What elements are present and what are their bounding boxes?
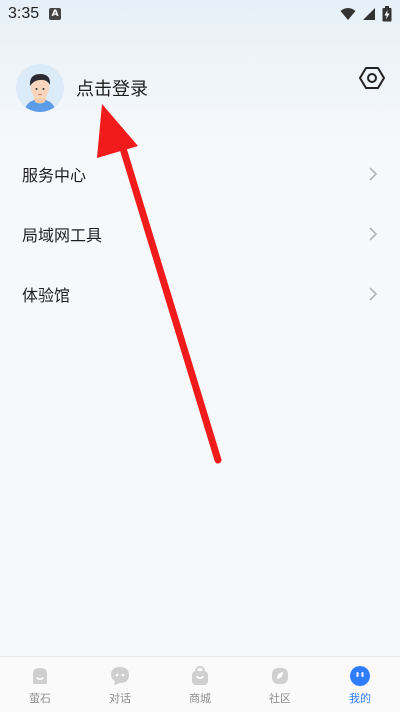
tab-label: 商城 — [189, 692, 211, 705]
tab-community[interactable]: 社区 — [240, 657, 320, 712]
tab-yingshi[interactable]: 萤石 — [0, 657, 80, 712]
tab-chat[interactable]: 对话 — [80, 657, 160, 712]
community-icon — [272, 668, 288, 684]
home-bubble-icon — [33, 668, 47, 684]
chat-bubble-icon — [111, 667, 129, 685]
bottom-tab-bar: 萤石 对话 商城 社区 我的 — [0, 656, 400, 712]
tab-mine[interactable]: 我的 — [320, 657, 400, 712]
profile-face-icon — [350, 666, 370, 686]
tab-label: 我的 — [349, 692, 371, 705]
shopping-bag-icon — [192, 665, 208, 685]
tab-label: 萤石 — [29, 692, 51, 705]
tab-label: 对话 — [109, 692, 131, 705]
tab-mall[interactable]: 商城 — [160, 657, 240, 712]
tab-label: 社区 — [269, 692, 291, 705]
annotation-arrow — [97, 104, 222, 464]
